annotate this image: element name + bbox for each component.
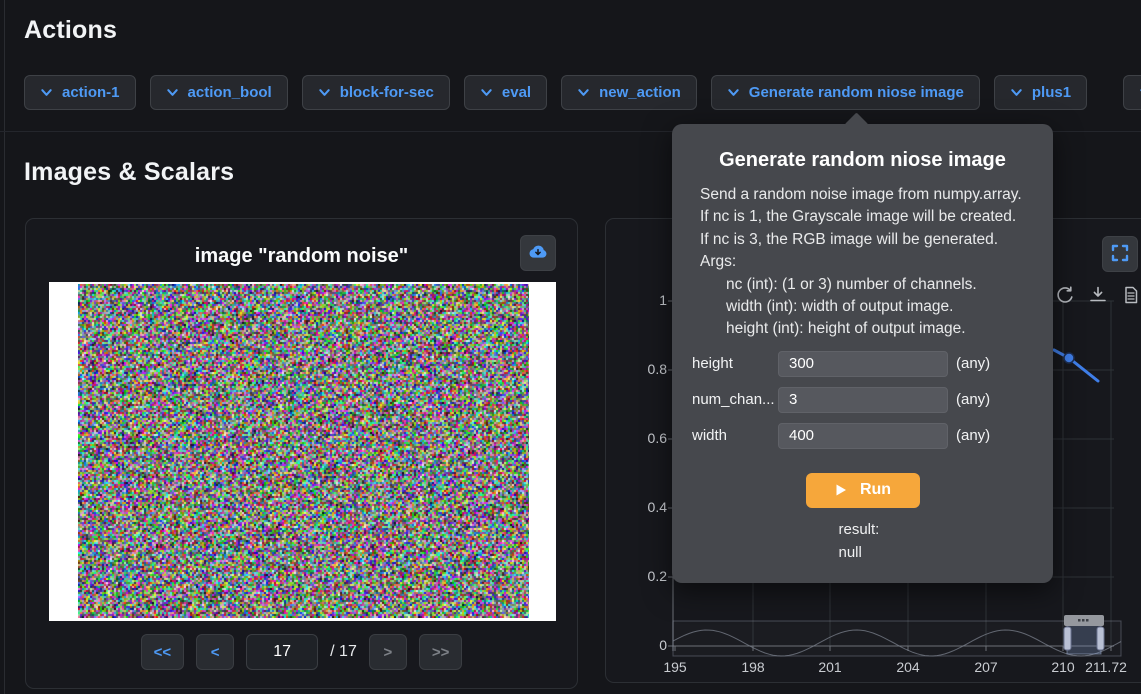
- x-tick-label: 201: [798, 659, 862, 675]
- action-button-action-1[interactable]: action-1: [24, 75, 136, 110]
- image-panel-title: image "random noise": [26, 245, 577, 268]
- result-block: result: null: [839, 518, 887, 582]
- action-button-label: action-1: [62, 84, 120, 101]
- fullscreen-button[interactable]: [1102, 236, 1138, 272]
- action-button-label: Generate random niose image: [749, 84, 964, 101]
- datazoom-left-handle[interactable]: [1064, 627, 1071, 650]
- popup-arrow: [844, 112, 868, 136]
- y-tick-label: 1: [627, 292, 667, 308]
- datazoom-right-handle[interactable]: [1097, 627, 1104, 650]
- action-run-popup: Generate random niose image Send a rando…: [672, 124, 1053, 583]
- description-line: height (int): height of output image.: [700, 318, 1053, 340]
- prev-page-button[interactable]: <: [196, 634, 234, 670]
- description-line: If nc is 1, the Grayscale image will be …: [700, 206, 1053, 228]
- datazoom-selected-window[interactable]: [1067, 623, 1101, 654]
- chevron-down-icon: [480, 86, 493, 99]
- first-page-button[interactable]: <<: [141, 634, 185, 670]
- result-label: result:: [839, 518, 887, 541]
- actions-toolbar: action-1 action_bool block-for-sec eval …: [24, 75, 1087, 110]
- download-icon[interactable]: [1088, 285, 1108, 305]
- run-button[interactable]: Run: [806, 473, 920, 508]
- action-button-label: new_action: [599, 84, 681, 101]
- field-type-hint: (any): [956, 427, 990, 444]
- chart-toolbox: [1055, 285, 1141, 305]
- field-row-height: height (any): [692, 351, 1053, 377]
- page-number-input[interactable]: [246, 634, 318, 670]
- chevron-down-icon: [166, 86, 179, 99]
- action-button-action-bool[interactable]: action_bool: [150, 75, 288, 110]
- actions-heading: Actions: [24, 16, 117, 45]
- description-line: Send a random noise image from numpy.arr…: [700, 184, 1053, 206]
- data-view-icon[interactable]: [1121, 285, 1141, 305]
- field-type-hint: (any): [956, 355, 990, 372]
- result-value: null: [839, 541, 887, 564]
- page-total-label: / 17: [330, 643, 357, 661]
- popup-description: Send a random noise image from numpy.arr…: [700, 184, 1053, 341]
- field-label: height: [692, 355, 778, 372]
- description-line: Args:: [700, 251, 1053, 273]
- y-tick-label: 0: [627, 637, 667, 653]
- chevron-down-icon: [40, 86, 53, 99]
- x-tick-label: 204: [876, 659, 940, 675]
- x-tick-label: 195: [643, 659, 707, 675]
- action-button-new-action[interactable]: new_action: [561, 75, 697, 110]
- action-button-label: action_bool: [188, 84, 272, 101]
- description-line: nc (int): (1 or 3) number of channels.: [700, 274, 1053, 296]
- action-button-label: plus1: [1032, 84, 1071, 101]
- field-label: num_chan...: [692, 391, 778, 408]
- action-button-block-for-sec[interactable]: block-for-sec: [302, 75, 450, 110]
- action-button-eval[interactable]: eval: [464, 75, 547, 110]
- description-line: If nc is 3, the RGB image will be genera…: [700, 229, 1053, 251]
- field-type-hint: (any): [956, 391, 990, 408]
- y-tick-label: 0.2: [627, 568, 667, 584]
- num-channels-input[interactable]: [778, 387, 948, 413]
- field-row-width: width (any): [692, 423, 1053, 449]
- fullscreen-icon: [1110, 243, 1130, 266]
- field-label: width: [692, 427, 778, 444]
- image-pagination: << < / 17 > >>: [26, 634, 577, 670]
- chevron-down-icon: [1010, 86, 1023, 99]
- popup-title: Generate random niose image: [672, 149, 1053, 172]
- description-line: width (int): width of output image.: [700, 296, 1053, 318]
- scalar-data-point[interactable]: [1064, 353, 1074, 363]
- x-tick-label: 198: [721, 659, 785, 675]
- play-icon: [834, 483, 848, 497]
- scalar-line-series: [1054, 350, 1098, 381]
- run-button-label: Run: [860, 481, 891, 499]
- y-tick-label: 0.8: [627, 361, 667, 377]
- datazoom-slider[interactable]: [673, 621, 1121, 656]
- width-input[interactable]: [778, 423, 948, 449]
- action-button-label: eval: [502, 84, 531, 101]
- next-page-button[interactable]: >: [369, 634, 407, 670]
- last-page-button[interactable]: >>: [419, 634, 463, 670]
- x-tick-label: 207: [954, 659, 1018, 675]
- random-noise-image: [78, 284, 529, 618]
- chevron-down-icon: [577, 86, 590, 99]
- action-button-generate-random-niose-image[interactable]: Generate random niose image: [711, 75, 980, 110]
- y-tick-label: 0.4: [627, 499, 667, 515]
- field-row-num-channels: num_chan... (any): [692, 387, 1053, 413]
- cloud-download-icon: [527, 241, 549, 266]
- left-edge-divider: [4, 0, 5, 694]
- image-panel: image "random noise" << < / 17 > >>: [25, 218, 578, 689]
- images-scalars-heading: Images & Scalars: [24, 158, 234, 187]
- cloud-download-button[interactable]: [520, 235, 556, 271]
- height-input[interactable]: [778, 351, 948, 377]
- action-button-label: block-for-sec: [340, 84, 434, 101]
- y-tick-label: 0.6: [627, 430, 667, 446]
- refresh-icon[interactable]: [1055, 285, 1075, 305]
- action-button-partial[interactable]: [1123, 75, 1141, 110]
- x-tick-label: 211.72: [1074, 659, 1138, 675]
- chevron-down-icon: [318, 86, 331, 99]
- noise-image-figure: [49, 282, 556, 621]
- chevron-down-icon: [727, 86, 740, 99]
- action-button-plus1[interactable]: plus1: [994, 75, 1087, 110]
